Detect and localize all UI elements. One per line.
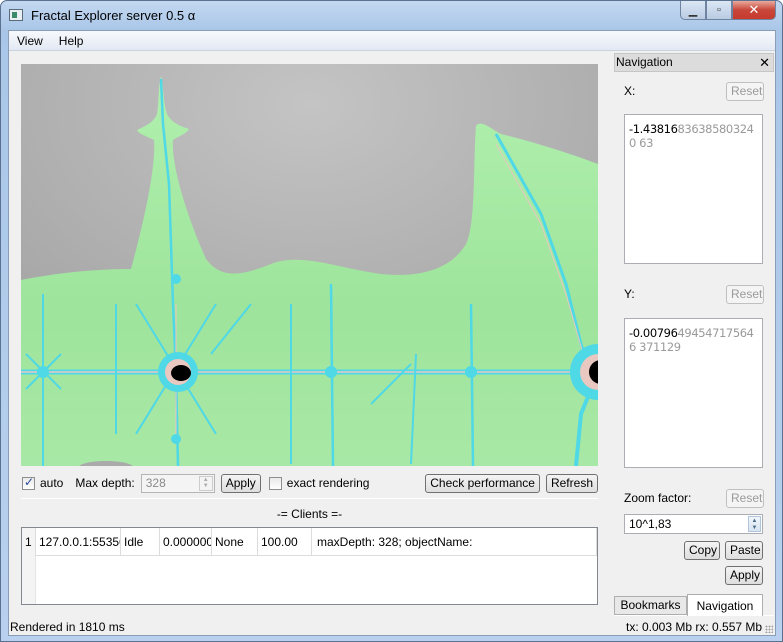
close-icon: ✕ — [748, 2, 760, 17]
zoom-factor-input[interactable]: 10^1,83 ▲ ▼ — [624, 514, 763, 534]
navigation-dock: Navigation ✕ X: Reset -1.438168363858032… — [614, 53, 774, 601]
zoom-factor-value: 10^1,83 — [629, 517, 672, 531]
exact-rendering-label: exact rendering — [286, 476, 370, 490]
max-depth-value: 328 — [145, 475, 166, 490]
y-reset-button[interactable]: Reset — [726, 285, 764, 304]
check-performance-button[interactable]: Check performance — [425, 473, 540, 493]
clients-title: -= Clients =- — [276, 507, 343, 521]
cell-state: Idle — [121, 528, 160, 556]
traffic-status: tx: 0.003 Mb rx: 0.557 Mb — [626, 620, 763, 634]
cell-info: maxDepth: 328; objectName: — [312, 528, 597, 556]
x-coordinate-field[interactable]: -1.43816836385803240 63 — [624, 114, 763, 264]
window-controls: ▁ ▫ ✕ — [680, 1, 776, 21]
divider — [21, 498, 598, 499]
y-value-significant: -0.00796 — [629, 326, 678, 340]
cell-value: 0.000000 — [160, 528, 212, 556]
apply-depth-button[interactable]: Apply — [220, 473, 261, 493]
zoom-factor-label: Zoom factor: — [624, 491, 692, 505]
chevron-down-icon: ▼ — [751, 524, 758, 531]
refresh-button[interactable]: Refresh — [545, 473, 598, 493]
cell-address: 127.0.0.1:55350 — [36, 528, 121, 556]
fractal-node — [171, 434, 181, 444]
apply-navigation-button[interactable]: Apply — [725, 566, 763, 585]
fractal-minibrot — [171, 365, 191, 381]
render-status: Rendered in 1810 ms — [10, 620, 125, 634]
chevron-up-icon: ▲ — [751, 517, 758, 524]
navigation-panel: X: Reset -1.43816836385803240 63 Y: Rese… — [614, 72, 774, 585]
resize-grip[interactable] — [765, 625, 773, 633]
tab-bookmarks[interactable]: Bookmarks — [614, 596, 687, 615]
auto-checkbox[interactable] — [22, 475, 35, 490]
maximize-button[interactable]: ▫ — [706, 1, 732, 20]
x-reset-button[interactable]: Reset — [726, 82, 764, 101]
close-button[interactable]: ✕ — [732, 1, 776, 20]
menu-help[interactable]: Help — [51, 31, 92, 51]
render-controls: auto Max depth: 328 ▲▼ Apply exact rende… — [21, 473, 598, 493]
dock-title: Navigation — [616, 55, 673, 69]
app-icon — [9, 9, 23, 21]
y-coordinate-field[interactable]: -0.00796494547175646 371129 — [624, 318, 763, 468]
maximize-icon: ▫ — [717, 4, 721, 16]
fractal-node — [171, 274, 181, 284]
exact-rendering-checkbox[interactable] — [268, 476, 282, 490]
x-value-significant: -1.43816 — [629, 122, 678, 136]
dock-tab-bar: Bookmarks Navigation — [614, 594, 774, 616]
spin-arrows[interactable]: ▲ ▼ — [198, 475, 213, 491]
fractal-view[interactable] — [21, 64, 598, 466]
fractal-image — [21, 64, 598, 466]
menu-bar: View Help — [9, 31, 775, 51]
max-depth-label: Max depth: — [75, 476, 135, 490]
minimize-icon: ▁ — [688, 4, 698, 17]
chevron-up-icon: ▲ — [202, 476, 209, 483]
paste-button[interactable]: Paste — [725, 541, 763, 560]
tab-navigation[interactable]: Navigation — [687, 594, 763, 616]
table-row[interactable]: 1 127.0.0.1:55350 Idle 0.000000 None 100… — [22, 528, 597, 556]
x-label: X: — [624, 84, 636, 98]
main-window: Fractal Explorer server 0.5 α ▁ ▫ ✕ View… — [0, 0, 783, 642]
fractal-node — [325, 366, 337, 378]
client-area: View Help ✓ auto Max depth: 328 ▲ ▼ Appl… — [8, 30, 776, 636]
max-depth-spinbox[interactable]: 328 ▲ ▼ — [140, 473, 215, 493]
clients-table[interactable]: 1 127.0.0.1:55350 Idle 0.000000 None 100… — [21, 527, 598, 605]
cell-percent: 100.00 — [258, 528, 312, 556]
minimize-button[interactable]: ▁ — [680, 1, 706, 20]
cell-task: None — [212, 528, 258, 556]
menu-view[interactable]: View — [9, 31, 51, 51]
y-label: Y: — [624, 287, 635, 301]
row-index: 1 — [22, 528, 36, 556]
fractal-node — [465, 366, 477, 378]
auto-label: auto — [40, 476, 64, 490]
fractal-node — [37, 366, 49, 378]
zoom-reset-button[interactable]: Reset — [726, 489, 764, 508]
chevron-down-icon: ▼ — [202, 483, 209, 490]
dock-close-icon[interactable]: ✕ — [759, 54, 770, 71]
dock-title-bar[interactable]: Navigation ✕ — [614, 53, 774, 72]
title-bar[interactable]: Fractal Explorer server 0.5 α ▁ ▫ ✕ — [1, 1, 782, 31]
copy-button[interactable]: Copy — [684, 541, 720, 560]
window-title: Fractal Explorer server 0.5 α — [31, 8, 196, 23]
zoom-spin-arrows[interactable]: ▲ ▼ — [748, 516, 761, 532]
